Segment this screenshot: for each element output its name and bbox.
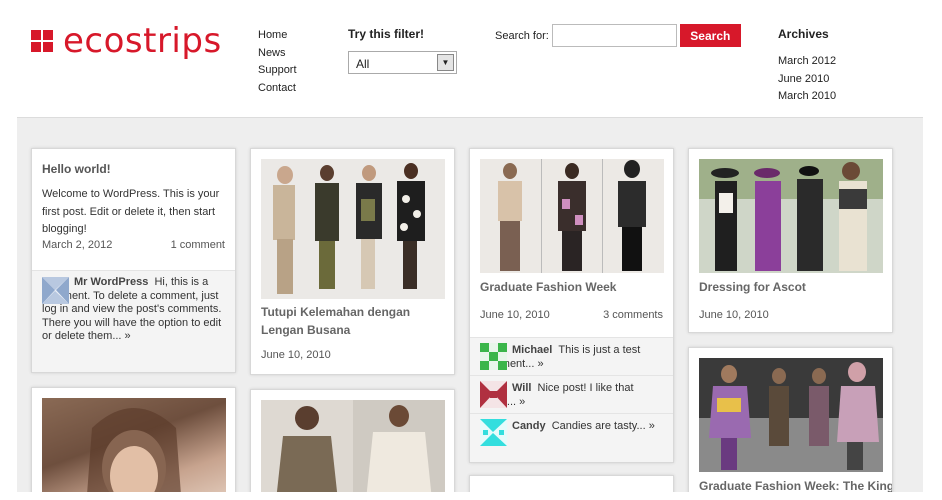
post-card-ascot: Dressing for Ascot June 10, 2010 [688, 148, 893, 333]
avatar [480, 381, 507, 408]
post-card-runway [250, 389, 455, 492]
nav-news[interactable]: News [258, 45, 297, 63]
logo[interactable]: ecostrips [31, 24, 222, 58]
main-nav: Home News Support Contact [258, 27, 297, 97]
comment-item: Will Nice post! I like that dress... » [470, 375, 673, 413]
post-comment-count[interactable]: 1 comment [171, 239, 225, 251]
search-form: Search for: Search [495, 24, 741, 47]
comment-item: Candy Candies are tasty... » [470, 413, 673, 462]
post-card-partial [469, 475, 674, 492]
post-title[interactable]: Graduate Fashion Week [480, 278, 663, 296]
post-card-hello-world: Hello world! Welcome to WordPress. This … [31, 148, 236, 373]
post-image[interactable] [261, 400, 445, 492]
comment-author[interactable]: Mr WordPress [74, 276, 148, 288]
site-header: ecostrips Home News Support Contact Try … [17, 10, 923, 118]
post-image[interactable] [42, 398, 226, 492]
post-title[interactable]: Graduate Fashion Week: The King [699, 477, 892, 492]
post-card-graduate-king: Graduate Fashion Week: The King [688, 347, 893, 492]
post-card-tutupi: Tutupi Kelemahan dengan Lengan Busana Ju… [250, 148, 455, 375]
page-frame: ecostrips Home News Support Contact Try … [17, 10, 923, 492]
post-image[interactable] [699, 358, 883, 472]
post-date: June 10, 2010 [699, 309, 769, 321]
filter-select[interactable]: All ▼ [348, 51, 457, 74]
post-title[interactable]: Dressing for Ascot [699, 278, 882, 296]
comment-author[interactable]: Michael [512, 344, 552, 356]
filter-box: Try this filter! All ▼ [348, 27, 457, 74]
search-label: Search for: [495, 29, 549, 42]
post-card-portrait [31, 387, 236, 492]
avatar [42, 277, 69, 304]
filter-title: Try this filter! [348, 27, 425, 41]
post-image[interactable] [699, 159, 883, 273]
logo-mark-icon [31, 30, 53, 52]
post-title[interactable]: Tutupi Kelemahan dengan Lengan Busana [261, 303, 444, 339]
comment-author[interactable]: Candy [512, 420, 546, 432]
post-date: June 10, 2010 [480, 309, 550, 321]
logo-text: ecostrips [63, 21, 222, 61]
post-excerpt: Welcome to WordPress. This is your first… [42, 188, 220, 235]
comment-item: Mr WordPress Hi, this is a comment. To d… [32, 270, 235, 372]
post-title[interactable]: Hello world! [42, 160, 225, 178]
nav-home[interactable]: Home [258, 27, 297, 45]
avatar [480, 419, 507, 446]
search-input[interactable] [551, 24, 677, 47]
comment-item: Michael This is just a test comment... » [470, 337, 673, 375]
archives: Archives March 2012 June 2010 March 2010 [778, 27, 836, 106]
nav-contact[interactable]: Contact [258, 80, 297, 98]
post-image[interactable] [480, 159, 664, 273]
archive-link-march-2010[interactable]: March 2010 [778, 88, 836, 106]
nav-support[interactable]: Support [258, 62, 297, 80]
post-image[interactable] [261, 159, 445, 299]
archive-link-march-2012[interactable]: March 2012 [778, 53, 836, 71]
archives-title: Archives [778, 27, 829, 41]
filter-selected-value: All [356, 57, 370, 71]
post-card-graduate: Graduate Fashion Week June 10, 2010 3 co… [469, 148, 674, 463]
post-date: March 2, 2012 [42, 238, 113, 251]
post-comment-count[interactable]: 3 comments [603, 309, 663, 321]
post-date: June 10, 2010 [261, 349, 331, 361]
dropdown-arrow-icon[interactable]: ▼ [437, 54, 454, 71]
comment-author[interactable]: Will [512, 382, 531, 394]
search-button[interactable]: Search [679, 24, 741, 47]
avatar [480, 343, 507, 370]
archive-link-june-2010[interactable]: June 2010 [778, 71, 836, 89]
comment-text[interactable]: Candies are tasty... » [552, 420, 655, 432]
